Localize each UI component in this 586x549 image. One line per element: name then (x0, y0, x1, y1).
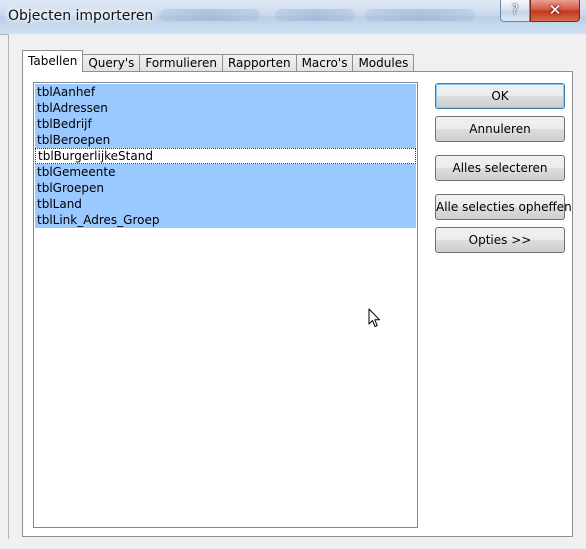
dialog-client-area: Tabellen Query's Formulieren Rapporten M… (8, 34, 586, 549)
tab-macros[interactable]: Macro's (295, 54, 354, 72)
list-item[interactable]: tblGemeente (35, 164, 416, 180)
ok-button[interactable]: OK (435, 83, 565, 109)
tab-querys[interactable]: Query's (82, 54, 141, 72)
list-item[interactable]: tblGroepen (35, 180, 416, 196)
list-item[interactable]: tblLink_Adres_Groep (35, 212, 416, 228)
cancel-button[interactable]: Annuleren (435, 116, 565, 142)
blurred-background-title (275, 9, 355, 21)
tab-strip: Tabellen Query's Formulieren Rapporten M… (22, 50, 415, 72)
list-item[interactable]: tblAanhef (35, 84, 416, 100)
title-bar[interactable]: Objecten importeren ? ✕ (0, 0, 586, 35)
tab-rapporten[interactable]: Rapporten (221, 54, 297, 72)
list-item[interactable]: tblBeroepen (35, 132, 416, 148)
tab-modules[interactable]: Modules (352, 54, 415, 72)
help-button[interactable]: ? (500, 0, 530, 22)
options-button[interactable]: Opties >> (435, 227, 565, 253)
list-item[interactable]: tblAdressen (35, 100, 416, 116)
tab-formulieren[interactable]: Formulieren (139, 54, 223, 72)
select-all-button[interactable]: Alles selecteren (435, 155, 565, 181)
tab-tabellen[interactable]: Tabellen (22, 50, 84, 72)
close-button[interactable]: ✕ (530, 0, 580, 22)
list-item[interactable]: tblBedrijf (35, 116, 416, 132)
tables-listbox[interactable]: tblAanhef tblAdressen tblBedrijf tblBero… (33, 82, 418, 528)
window-title: Objecten importeren (8, 8, 154, 24)
help-icon: ? (511, 3, 519, 18)
list-item[interactable]: tblLand (35, 196, 416, 212)
list-item[interactable]: tblBurgerlijkeStand (35, 148, 416, 164)
mouse-pointer-icon (368, 308, 380, 327)
blurred-background-title (365, 9, 475, 21)
deselect-all-button[interactable]: Alle selecties opheffen (435, 194, 572, 220)
tab-panel: tblAanhef tblAdressen tblBedrijf tblBero… (22, 71, 573, 537)
blurred-background-title (160, 9, 260, 21)
close-icon: ✕ (548, 1, 562, 19)
